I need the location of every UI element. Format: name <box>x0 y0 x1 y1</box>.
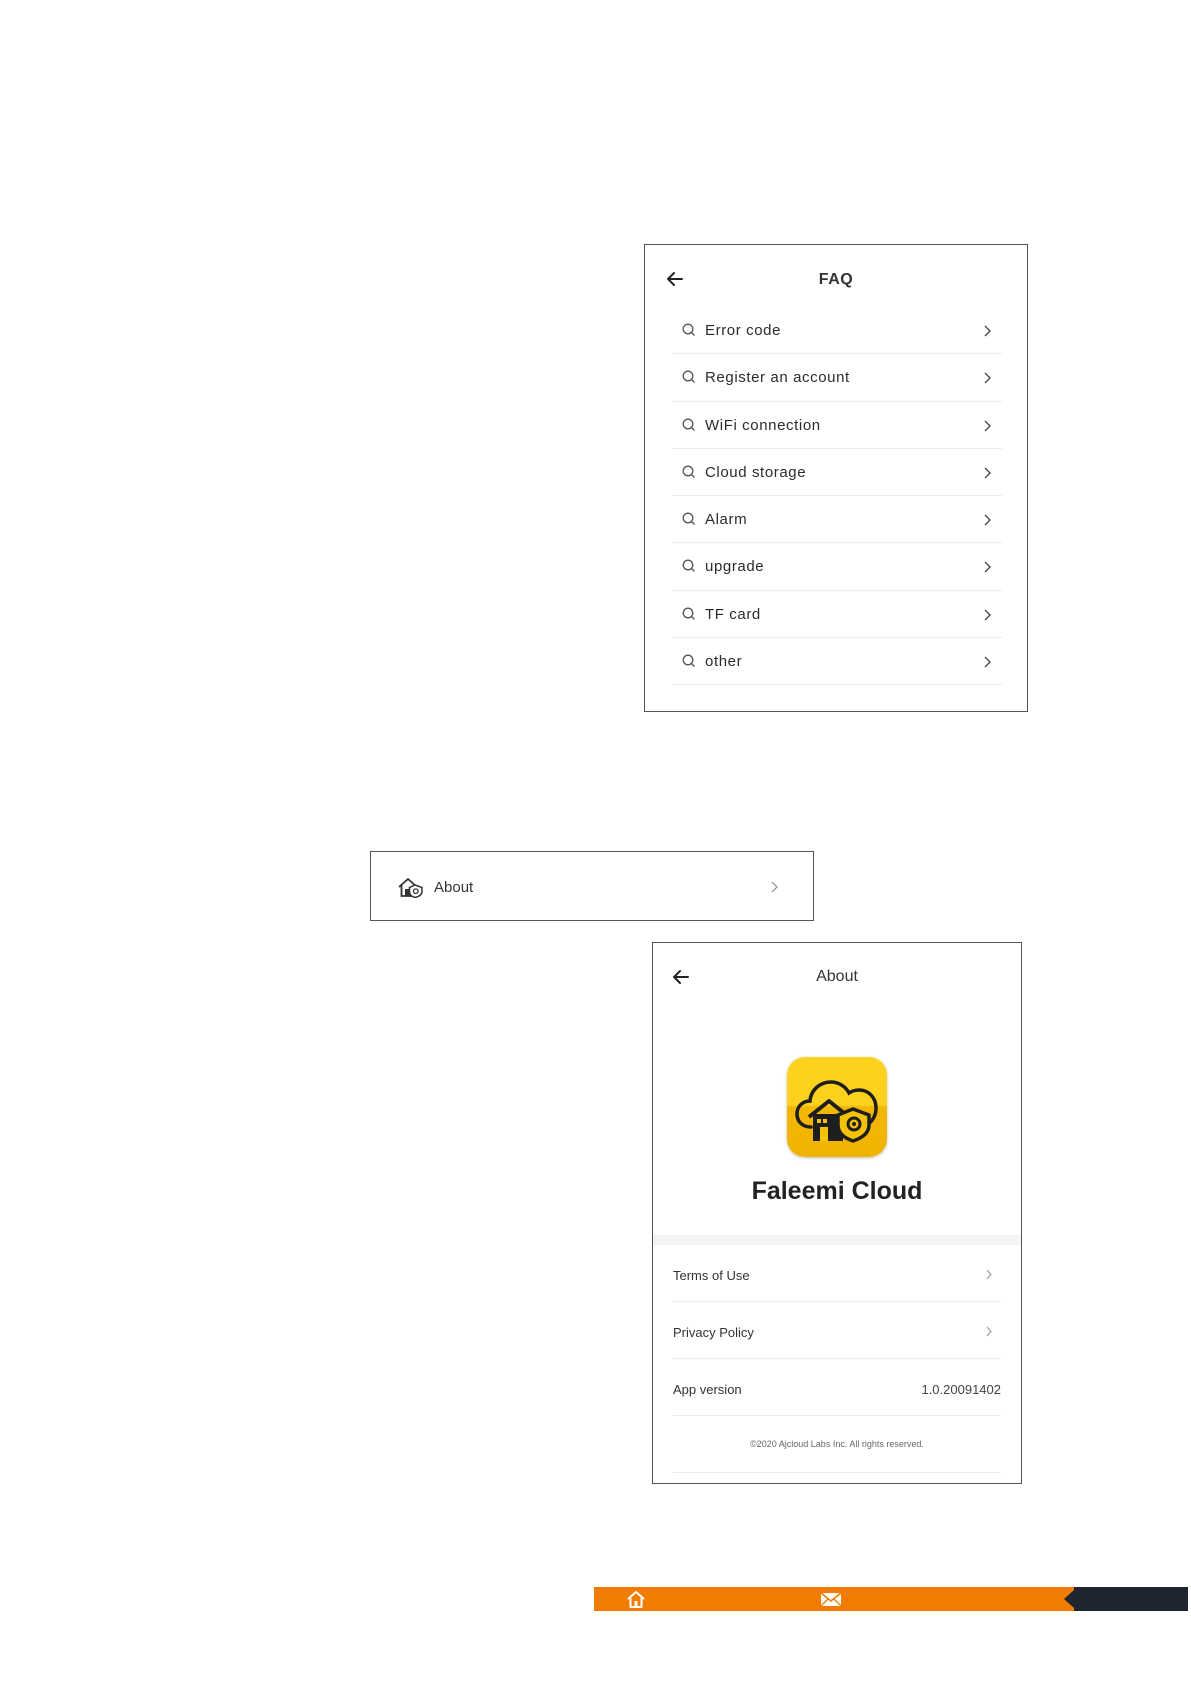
search-icon <box>682 418 695 431</box>
chevron-right-icon <box>984 420 991 432</box>
faq-title: FAQ <box>818 271 854 288</box>
about-menu-label: About <box>434 879 474 896</box>
faq-item-label: Register an account <box>705 369 850 387</box>
faq-item-error-code[interactable]: Error code <box>672 307 1002 355</box>
copyright-text: ©2020 Ajcloud Labs Inc. All rights reser… <box>673 1416 1001 1473</box>
faq-item-tf-card[interactable]: TF card <box>672 591 1002 639</box>
cloud-house-logo-icon <box>795 1080 878 1143</box>
app-logo <box>787 1057 887 1157</box>
about-screen: About Faleemi Cloud Terms of Use Privacy… <box>652 942 1022 1484</box>
faq-item-upgrade[interactable]: upgrade <box>672 543 1002 591</box>
faq-item-other[interactable]: other <box>672 638 1002 686</box>
chevron-right-icon <box>771 881 778 893</box>
app-version-label: App version <box>673 1382 742 1397</box>
faq-header: FAQ <box>645 245 1027 311</box>
chevron-right-icon <box>984 325 991 337</box>
search-icon <box>682 370 695 384</box>
app-name: Faleemi Cloud <box>751 1177 923 1205</box>
footer-dark-block <box>1074 1587 1188 1611</box>
footer-notch <box>1064 1590 1074 1608</box>
faq-item-alarm[interactable]: Alarm <box>672 496 1002 544</box>
faq-screen: FAQ Error code Register an account WiFi … <box>644 244 1028 712</box>
faq-item-register-account[interactable]: Register an account <box>672 354 1002 402</box>
faq-item-label: TF card <box>705 605 761 623</box>
chevron-right-icon <box>984 372 991 384</box>
faq-item-label: other <box>705 653 743 671</box>
faq-item-label: Cloud storage <box>705 463 807 481</box>
privacy-policy-label: Privacy Policy <box>673 1325 754 1340</box>
home-icon[interactable] <box>626 1590 646 1608</box>
faq-item-label: upgrade <box>705 558 765 576</box>
faq-item-cloud-storage[interactable]: Cloud storage <box>672 449 1002 497</box>
faq-item-label: Alarm <box>705 511 748 529</box>
terms-of-use-item[interactable]: Terms of Use <box>673 1245 1001 1302</box>
faq-item-wifi-connection[interactable]: WiFi connection <box>672 402 1002 449</box>
mail-icon[interactable] <box>820 1592 842 1607</box>
terms-of-use-label: Terms of Use <box>673 1268 750 1283</box>
chevron-right-icon <box>986 1326 992 1337</box>
faq-list: Error code Register an account WiFi conn… <box>672 307 1002 686</box>
footer-bar <box>594 1587 1074 1611</box>
about-title: About <box>816 968 858 985</box>
faq-item-label: WiFi connection <box>705 416 821 434</box>
chevron-right-icon <box>984 656 991 668</box>
chevron-right-icon <box>984 467 991 479</box>
search-icon <box>682 323 695 336</box>
chevron-right-icon <box>984 609 991 621</box>
app-version-value: 1.0.20091402 <box>921 1382 1001 1397</box>
chevron-right-icon <box>986 1269 992 1280</box>
search-icon <box>682 512 695 526</box>
chevron-right-icon <box>984 562 991 573</box>
search-icon <box>682 465 695 478</box>
search-icon <box>682 560 695 573</box>
search-icon <box>682 607 695 620</box>
search-icon <box>682 654 695 668</box>
faq-item-label: Error code <box>705 322 782 339</box>
about-menu-item[interactable]: About <box>370 851 814 921</box>
app-version-item: App version 1.0.20091402 <box>673 1359 1001 1416</box>
chevron-right-icon <box>984 514 991 526</box>
section-divider <box>653 1235 1021 1245</box>
privacy-policy-item[interactable]: Privacy Policy <box>673 1302 1001 1359</box>
house-shield-icon <box>398 878 423 898</box>
